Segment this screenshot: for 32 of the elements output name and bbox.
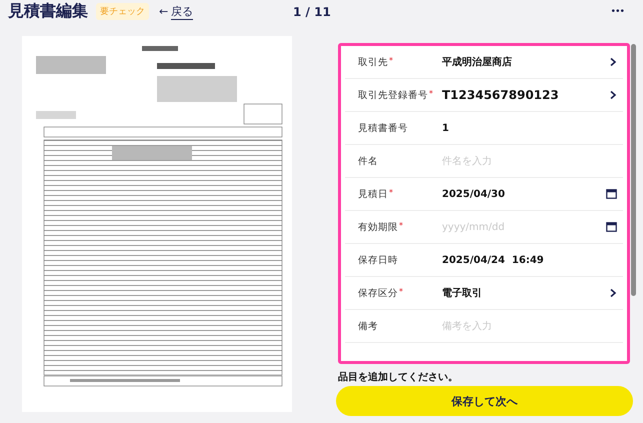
notice-text: 品目を追加してください。 xyxy=(338,370,459,384)
field-label: 件名 xyxy=(358,154,378,168)
field-value: 電子取引 xyxy=(442,286,483,300)
chevron-right-icon[interactable] xyxy=(609,90,617,100)
required-mark: * xyxy=(389,188,393,196)
more-button[interactable]: ••• xyxy=(605,6,631,17)
required-mark: * xyxy=(399,286,403,296)
field-label: 見積日 xyxy=(358,188,388,200)
calendar-icon[interactable] xyxy=(606,189,617,199)
required-mark: * xyxy=(429,88,433,98)
field-value: T1234567890123 xyxy=(442,88,560,102)
field-label: 取引先登録番号 xyxy=(358,88,428,102)
required-mark: * xyxy=(389,56,393,64)
page-counter: 1 / 11 xyxy=(293,4,331,18)
required-mark: * xyxy=(399,220,403,230)
field-label: 取引先 xyxy=(358,56,388,68)
save-next-button[interactable]: 保存して次へ xyxy=(336,386,633,416)
chevron-right-icon[interactable] xyxy=(609,288,617,298)
field-value: 2025/04/24 16:49 xyxy=(442,254,545,266)
field-label: 見積書番号 xyxy=(358,122,408,134)
status-badge: 要チェック xyxy=(96,3,149,20)
field-value: 平成明治屋商店 xyxy=(442,55,513,69)
field-label: 有効期限 xyxy=(358,220,398,234)
back-link[interactable]: ← 戻る xyxy=(159,4,194,20)
field-label: 保存区分 xyxy=(358,286,398,300)
page-title: 見積書編集 xyxy=(8,1,88,22)
field-label: 保存日時 xyxy=(358,254,398,266)
field-value: 1 xyxy=(442,122,450,134)
calendar-icon[interactable] xyxy=(606,222,617,232)
field-label: 備考 xyxy=(358,320,378,332)
chevron-right-icon[interactable] xyxy=(609,57,617,67)
field-value: 2025/04/30 xyxy=(442,188,506,200)
